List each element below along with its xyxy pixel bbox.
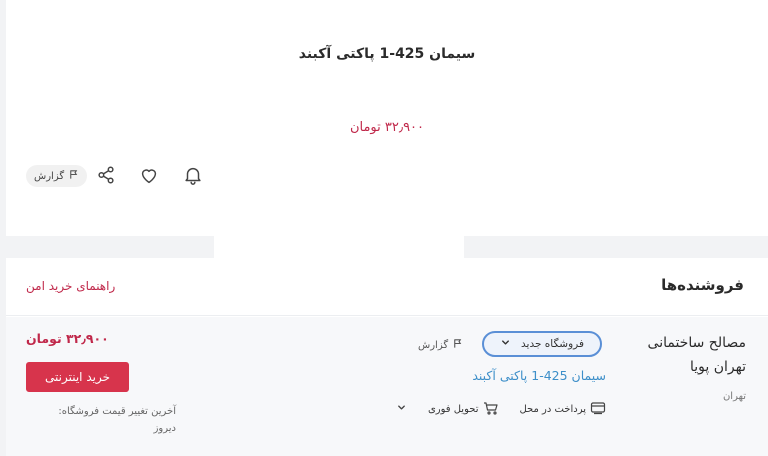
sellers-header: فروشنده‌ها راهنمای خرید امن xyxy=(6,258,768,316)
chevron-down-icon xyxy=(396,402,407,416)
seller-report-button[interactable]: گزارش xyxy=(418,338,463,352)
features-expand-toggle[interactable] xyxy=(396,402,407,416)
new-store-dropdown[interactable]: فروشگاه جدید xyxy=(482,331,602,357)
safe-purchase-guide-link[interactable]: راهنمای خرید امن xyxy=(26,279,115,293)
sellers-section: فروشنده‌ها راهنمای خرید امن مصالح ساختما… xyxy=(6,258,768,456)
report-label: گزارش xyxy=(34,170,65,182)
seller-report-label: گزارش xyxy=(418,339,449,351)
seller-name[interactable]: مصالح ساختمانی تهران پویا xyxy=(626,331,746,379)
seller-row: مصالح ساختمانی تهران پویا تهران فروشگاه … xyxy=(6,317,768,456)
seller-product-link[interactable]: سیمان 425-1 پاکتی آکبند xyxy=(446,368,606,383)
card-icon xyxy=(590,401,606,418)
page: سیمان 425-1 پاکتی آکبند ۳۲٫۹۰۰ تومان گزا… xyxy=(0,0,768,456)
report-button[interactable]: گزارش xyxy=(26,165,88,187)
seller-price: ۳۲٫۹۰۰ تومان xyxy=(26,331,109,346)
flag-icon xyxy=(68,169,79,183)
flag-icon xyxy=(452,338,463,352)
payment-on-delivery: پرداخت در محل xyxy=(519,401,606,418)
product-price: ۳۲٫۹۰۰ تومان xyxy=(349,120,425,135)
store-badge-label: فروشگاه جدید xyxy=(521,338,584,350)
seller-city: تهران xyxy=(722,391,746,402)
buy-online-button[interactable]: خرید اینترنتی xyxy=(26,362,129,392)
product-title: سیمان 425-1 پاکتی آکبند xyxy=(298,46,476,62)
cart-icon xyxy=(483,401,499,418)
delivery-label: تحویل فوری xyxy=(427,403,479,415)
product-card: سیمان 425-1 پاکتی آکبند ۳۲٫۹۰۰ تومان گزا… xyxy=(6,0,768,236)
bell-icon[interactable] xyxy=(181,163,205,187)
seller-features: پرداخت در محل تحویل فوری xyxy=(396,399,606,419)
instant-delivery: تحویل فوری xyxy=(428,401,499,418)
sellers-title: فروشنده‌ها xyxy=(661,276,744,294)
divider-strip xyxy=(214,236,464,258)
heart-icon[interactable] xyxy=(137,163,161,187)
last-change-label: آخرین تغییر قیمت فروشگاه: xyxy=(58,406,176,417)
payment-label: پرداخت در محل xyxy=(519,403,586,415)
share-icon[interactable] xyxy=(94,163,118,187)
chevron-down-icon xyxy=(500,337,511,351)
last-price-change: آخرین تغییر قیمت فروشگاه: دیروز xyxy=(26,403,176,437)
last-change-value: دیروز xyxy=(153,423,176,434)
